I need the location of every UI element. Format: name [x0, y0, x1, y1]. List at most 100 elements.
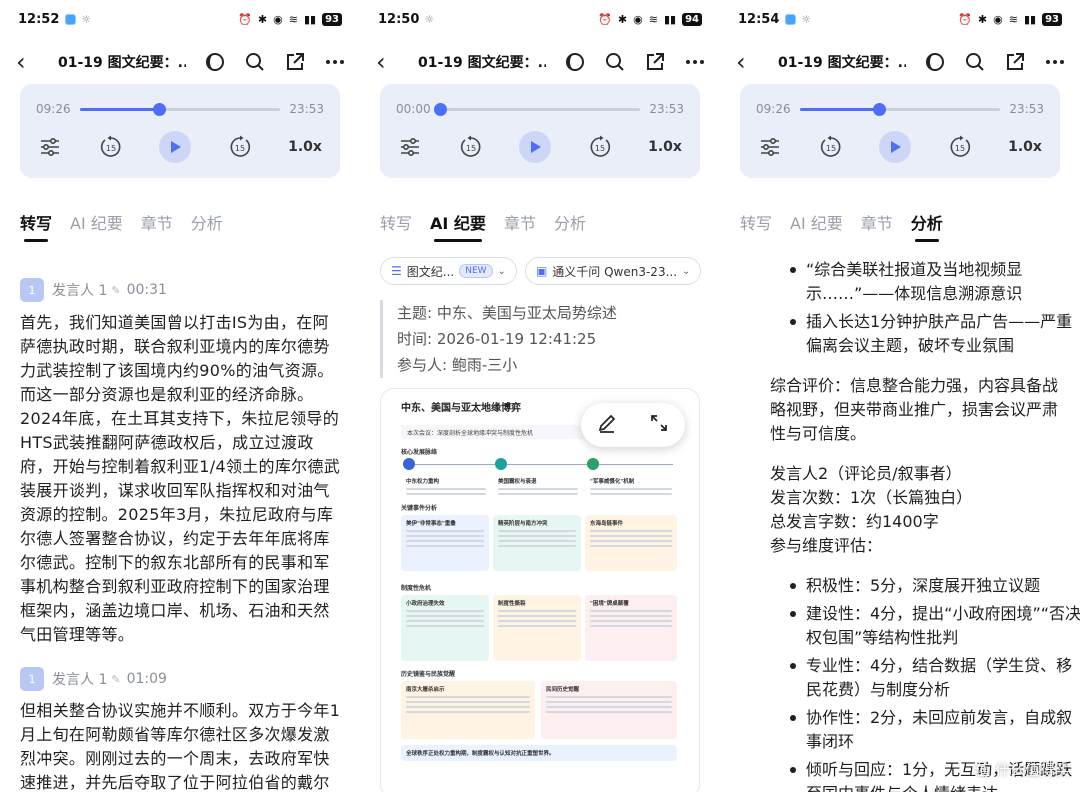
tab-analysis[interactable]: 分析 [911, 210, 943, 242]
tab-ai-summary[interactable]: AI 纪要 [430, 210, 486, 242]
speaker-header[interactable]: 1 发言人 1 ✎ 00:31 [20, 278, 167, 302]
progress-slider[interactable] [800, 103, 1000, 116]
top-bar: ‹ 01-19 图文纪要：... [0, 44, 360, 80]
audio-player: 09:26 23:53 15 15 1.0x [740, 84, 1060, 178]
settings-sliders-icon[interactable] [758, 135, 782, 159]
elapsed-time: 09:26 [756, 102, 791, 116]
search-icon[interactable] [604, 51, 626, 73]
audio-player: 00:00 23:53 15 15 1.0x [380, 84, 700, 178]
tab-analysis[interactable]: 分析 [554, 210, 586, 240]
template-dropdown[interactable]: ☰ 图文纪... NEW ⌄ [380, 257, 517, 285]
rewind-15-icon[interactable]: 15 [459, 135, 483, 159]
template-label: 图文纪... [406, 264, 455, 279]
summary-options: ☰ 图文纪... NEW ⌄ ▣ 通义千问 Qwen3-23... ⌄ [380, 257, 702, 285]
wifi-icon: ≋ [1008, 12, 1018, 26]
back-icon[interactable]: ‹ [16, 50, 46, 74]
timeline-item: 美国霸权与衰退 [493, 473, 583, 501]
timestamp[interactable]: 01:09 [127, 671, 167, 687]
progress-knob[interactable] [153, 103, 166, 116]
timestamp[interactable]: 00:31 [127, 282, 167, 298]
tab-transcript[interactable]: 转写 [740, 210, 772, 240]
speaker-2-dimensions: 参与维度评估： [770, 536, 883, 555]
play-button[interactable] [879, 131, 912, 163]
back-icon[interactable]: ‹ [376, 50, 406, 74]
model-dropdown[interactable]: ▣ 通义千问 Qwen3-23... ⌄ [524, 257, 702, 285]
signal-icon: ▮▮ [663, 12, 677, 26]
section-heading: 关键事件分析 [401, 505, 438, 512]
settings-sliders-icon[interactable] [38, 135, 62, 159]
meeting-meta: 主题: 中东、美国与亚太局势综述 时间: 2026-01-19 12:41:25… [380, 300, 617, 378]
theme-icon[interactable] [204, 51, 226, 73]
document-icon: ☰ [391, 264, 402, 278]
edit-icon[interactable]: ✎ [111, 284, 120, 297]
speaker-header[interactable]: 1 发言人 1 ✎ 01:09 [20, 667, 167, 691]
card-actions [581, 403, 685, 447]
theme-icon[interactable] [564, 51, 586, 73]
list-item: 积极性：5分，深度展开独立议题 [790, 574, 1080, 598]
section-heading: 制度性危机 [401, 585, 432, 592]
share-icon[interactable] [1004, 51, 1026, 73]
forward-15-icon[interactable]: 15 [588, 135, 612, 159]
progress-slider[interactable] [80, 103, 280, 116]
rewind-15-icon[interactable]: 15 [819, 135, 843, 159]
playback-speed[interactable]: 1.0x [1008, 139, 1042, 155]
status-bar: 12:54 ☼ ⏰ ✱ ◉ ≋ ▮▮ 93 [720, 8, 1080, 30]
more-icon[interactable] [324, 51, 346, 73]
chevron-down-icon: ⌄ [682, 265, 691, 277]
playback-speed[interactable]: 1.0x [648, 139, 682, 155]
svg-text:15: 15 [105, 144, 115, 153]
theme-icon[interactable] [924, 51, 946, 73]
tab-ai-summary[interactable]: AI 纪要 [70, 210, 123, 240]
edit-icon[interactable]: ✎ [111, 673, 120, 686]
signal-icon: ▮▮ [1023, 12, 1037, 26]
tab-analysis[interactable]: 分析 [191, 210, 223, 240]
timeline-node [587, 458, 599, 470]
status-time: 12:52 [18, 11, 60, 27]
progress-knob[interactable] [873, 103, 886, 116]
tab-chapters[interactable]: 章节 [861, 210, 893, 240]
playback-speed[interactable]: 1.0x [288, 139, 322, 155]
tab-bar: 转写 AI 纪要 章节 分析 [20, 210, 223, 242]
play-button[interactable] [159, 131, 192, 163]
edit-icon[interactable] [597, 413, 617, 437]
forward-15-icon[interactable]: 15 [228, 135, 252, 159]
status-time: 12:54 [738, 11, 780, 27]
avatar: 1 [20, 667, 44, 691]
expand-icon[interactable] [649, 413, 669, 437]
tab-ai-summary[interactable]: AI 纪要 [790, 210, 843, 240]
search-icon[interactable] [244, 51, 266, 73]
share-icon[interactable] [644, 51, 666, 73]
tab-transcript[interactable]: 转写 [380, 210, 412, 240]
svg-text:15: 15 [595, 144, 605, 153]
weather-icon: ☼ [81, 12, 92, 26]
timeline-item: 中东权力重构 [401, 473, 491, 501]
total-time: 23:53 [649, 102, 684, 116]
wifi-icon: ≋ [648, 12, 658, 26]
tab-transcript[interactable]: 转写 [20, 210, 52, 242]
crisis-card: 小政府治理失效 [401, 595, 489, 661]
more-icon[interactable] [684, 51, 706, 73]
search-icon[interactable] [964, 51, 986, 73]
timeline-node [495, 458, 507, 470]
total-time: 23:53 [289, 102, 324, 116]
forward-15-icon[interactable]: 15 [948, 135, 972, 159]
tab-chapters[interactable]: 章节 [141, 210, 173, 240]
tab-chapters[interactable]: 章节 [504, 210, 536, 240]
speaker-name: 发言人 1 [52, 283, 108, 299]
page-title: 01-19 图文纪要：... [418, 55, 546, 71]
progress-knob[interactable] [434, 103, 447, 116]
infographic-card[interactable]: 中东、美国与亚太地缘博弈 本次会议：深度剖析全球地缘冲突与制度性危机 核心发展脉… [380, 388, 700, 792]
wifi-icon: ≋ [288, 12, 298, 26]
svg-text:15: 15 [235, 144, 245, 153]
more-icon[interactable] [1044, 51, 1066, 73]
play-button[interactable] [519, 131, 552, 163]
back-icon[interactable]: ‹ [736, 50, 766, 74]
crisis-card: "困境"牌桌颠覆 [585, 595, 677, 661]
share-icon[interactable] [284, 51, 306, 73]
infographic-footer: 全球秩序正处权力重构期，制度霸权与认知对抗正重塑世界。 [401, 745, 677, 761]
settings-sliders-icon[interactable] [398, 135, 422, 159]
model-icon: ▣ [535, 264, 548, 278]
rewind-15-icon[interactable]: 15 [99, 135, 123, 159]
progress-slider[interactable] [434, 103, 640, 116]
tab-bar: 转写 AI 纪要 章节 分析 [740, 210, 943, 242]
